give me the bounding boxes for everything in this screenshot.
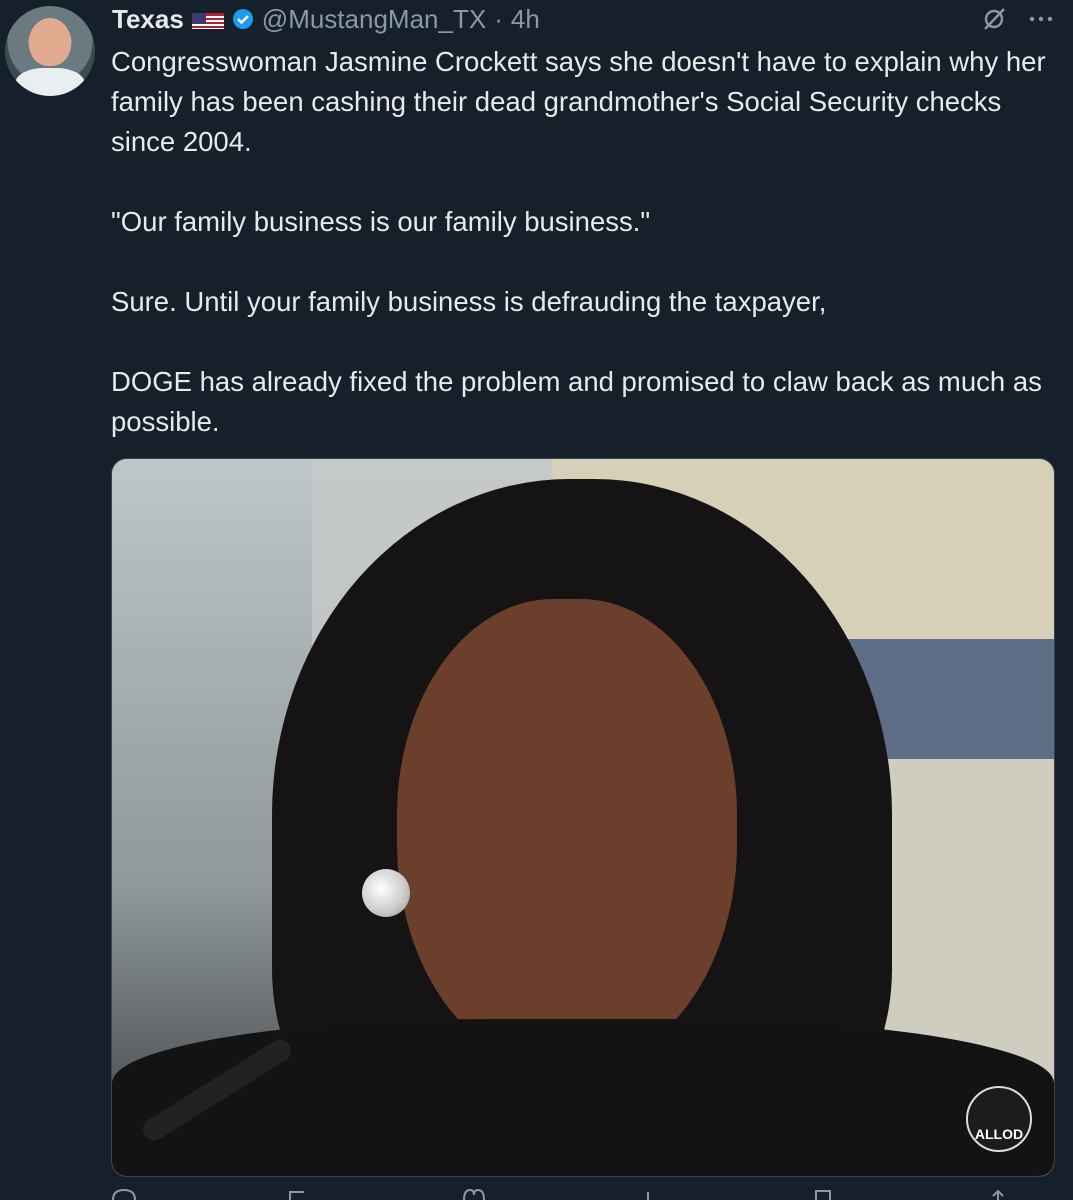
action-bar: [111, 1188, 1011, 1200]
bookmark-icon[interactable]: [810, 1188, 836, 1200]
avatar-face: [29, 18, 71, 66]
user-handle[interactable]: @MustangMan_TX: [262, 4, 486, 35]
reply-icon[interactable]: [111, 1188, 137, 1200]
more-icon[interactable]: [1029, 15, 1053, 23]
verified-badge-icon: [232, 9, 253, 29]
separator-dot: ·: [494, 3, 503, 34]
views-icon[interactable]: [635, 1188, 661, 1200]
display-name[interactable]: Texas: [112, 4, 184, 35]
tweet-body: Congresswoman Jasmine Crockett says she …: [111, 46, 1046, 437]
avatar[interactable]: [5, 6, 95, 96]
repost-icon[interactable]: [286, 1188, 312, 1200]
tweet-header: Texas @MustangMan_TX · 4h: [112, 2, 540, 36]
like-icon[interactable]: [461, 1188, 487, 1200]
header-actions: [981, 6, 1053, 32]
avatar-shirt: [15, 68, 85, 96]
share-icon[interactable]: [985, 1188, 1011, 1200]
photo-subject-clothing: [112, 1019, 1054, 1176]
grok-icon[interactable]: [981, 6, 1007, 32]
photo-earring: [362, 869, 410, 917]
watermark-logo: ALLOD: [966, 1086, 1032, 1152]
tweet-photo[interactable]: ALLOD: [111, 458, 1055, 1177]
photo-subject-face: [397, 599, 737, 1069]
timestamp[interactable]: 4h: [511, 4, 540, 35]
watermark-text: ALLOD: [974, 1126, 1024, 1142]
us-flag-icon: [191, 9, 224, 29]
